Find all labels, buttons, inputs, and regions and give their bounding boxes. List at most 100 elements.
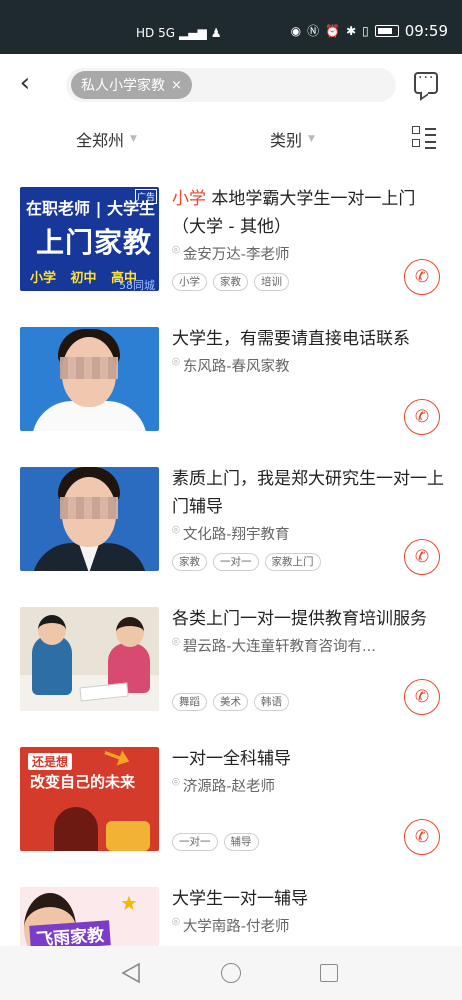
listing-thumbnail xyxy=(20,327,159,431)
phone-call-button[interactable]: ✆ xyxy=(404,819,440,855)
phone-call-button[interactable]: ✆ xyxy=(404,679,440,715)
tag: 培训 xyxy=(254,273,289,291)
phone-icon: ✆ xyxy=(414,407,430,427)
location-text: 碧云路-大连童轩教育咨询有... xyxy=(182,639,376,655)
network-label: HD 5G xyxy=(136,26,176,40)
nav-home-icon[interactable] xyxy=(221,963,241,983)
tag: 韩语 xyxy=(254,693,289,711)
chevron-down-icon: ▼ xyxy=(308,134,315,144)
listing-thumbnail xyxy=(20,467,159,571)
tag-list: 家教 一对一 家教上门 xyxy=(172,553,321,571)
list-item[interactable]: 大学生，有需要请直接电话联系 ⌾ 东风路-春风家教 ✆ xyxy=(0,327,462,467)
location-text: 金安万达-李老师 xyxy=(182,247,290,263)
status-indicators: HD 5G ▂▄▆ ♟ xyxy=(136,26,221,40)
title-text: 本地学霸大学生一对一上门（大学 - 其他） xyxy=(172,189,416,237)
listing-location: ⌾ 文化路-翔宇教育 xyxy=(172,523,402,544)
list-item[interactable]: 还是想 改变自己的未来 一对一全科辅导 ⌾ 济源路-赵老师 一对一 辅导 ✆ xyxy=(0,747,462,887)
list-item[interactable]: 各类上门一对一提供教育培训服务 ⌾ 碧云路-大连童轩教育咨询有... 舞蹈 美术 … xyxy=(0,607,462,747)
status-bar: HD 5G ▂▄▆ ♟ ◉ Ⓝ ⏰ ✱ ▯ 09:59 xyxy=(0,0,462,54)
nav-back-icon[interactable] xyxy=(120,962,142,984)
title-highlight: 小学 xyxy=(172,189,206,209)
listing-title: 素质上门，我是郑大研究生一对一上门辅导 xyxy=(172,469,444,517)
tag: 家教上门 xyxy=(264,553,321,571)
listing-title: 小学 本地学霸大学生一对一上门（大学 - 其他） xyxy=(172,185,444,241)
location-pin-icon: ⌾ xyxy=(172,243,180,258)
close-icon[interactable]: × xyxy=(171,78,182,93)
tag: 小学 xyxy=(172,273,207,291)
listing-location: ⌾ 碧云路-大连童轩教育咨询有... xyxy=(172,635,402,656)
thumb-brand: 58同城 xyxy=(119,279,155,291)
location-pin-icon: ⌾ xyxy=(172,523,180,538)
ad-badge: 广告 xyxy=(134,189,157,204)
category-filter[interactable]: 类别 ▼ xyxy=(270,127,315,151)
eye-icon: ◉ xyxy=(290,24,302,38)
list-mode-icon[interactable] xyxy=(412,126,438,150)
tag-list: 小学 家教 培训 xyxy=(172,273,289,291)
search-header: ‹ 私人小学家教 × xyxy=(0,54,462,112)
battery-icon xyxy=(374,25,399,37)
list-item[interactable]: 素质上门，我是郑大研究生一对一上门辅导 ⌾ 文化路-翔宇教育 家教 一对一 家教上… xyxy=(0,467,462,607)
tag: 一对一 xyxy=(172,833,218,851)
tag: 一对一 xyxy=(213,553,259,571)
search-input[interactable]: 私人小学家教 × xyxy=(66,68,396,102)
phone-call-button[interactable]: ✆ xyxy=(404,259,440,295)
location-pin-icon: ⌾ xyxy=(172,775,180,790)
list-item[interactable]: 飞雨家教 ★ 大学生一对一辅导 ⌾ 大学南路-付老师 xyxy=(0,887,462,946)
signal-icon: ▂▄▆ xyxy=(179,26,207,40)
back-arrow-icon[interactable]: ‹ xyxy=(12,70,38,98)
phone-icon: ✆ xyxy=(414,547,430,567)
thumb-line-2: 上门家教 xyxy=(36,226,153,259)
listing-title: 大学生一对一辅导 xyxy=(172,889,308,909)
listing-thumbnail: 还是想 改变自己的未来 xyxy=(20,747,159,851)
search-keyword-tag[interactable]: 私人小学家教 × xyxy=(71,71,192,99)
phone-icon: ✆ xyxy=(414,267,430,287)
listing-thumbnail: 飞雨家教 ★ xyxy=(20,887,159,946)
chevron-down-icon: ▼ xyxy=(130,134,137,144)
tag-list: 一对一 辅导 xyxy=(172,833,259,851)
thumb-pill: 还是想 xyxy=(28,753,73,770)
location-text: 大学南路-付老师 xyxy=(182,919,290,935)
listing-thumbnail: 在职老师 | 大学生 上门家教 小学 初中 高中 58同城 广告 xyxy=(20,187,159,291)
status-time: 09:59 xyxy=(404,22,448,40)
listing-thumbnail xyxy=(20,607,159,711)
filter-bar: 全郑州 ▼ 类别 ▼ xyxy=(0,112,462,166)
nav-recent-icon[interactable] xyxy=(320,964,338,982)
location-pin-icon: ⌾ xyxy=(172,915,180,930)
tag-list: 舞蹈 美术 韩语 xyxy=(172,693,289,711)
alarm-icon: ⏰ xyxy=(325,24,341,38)
qq-icon: ♟ xyxy=(210,26,222,40)
phone-icon: ✆ xyxy=(414,687,430,707)
tag: 舞蹈 xyxy=(172,693,207,711)
tag: 辅导 xyxy=(223,833,259,851)
bluetooth-icon: ✱ xyxy=(346,24,357,38)
listing-title: 大学生，有需要请直接电话联系 xyxy=(172,329,410,349)
category-filter-label: 类别 xyxy=(270,131,303,150)
message-icon[interactable] xyxy=(414,70,438,94)
listing-location: ⌾ 大学南路-付老师 xyxy=(172,915,402,936)
tag: 家教 xyxy=(172,553,207,571)
listing-location: ⌾ 金安万达-李老师 xyxy=(172,243,402,264)
thumb-headline: 改变自己的未来 xyxy=(30,773,136,791)
location-text: 文化路-翔宇教育 xyxy=(182,527,290,543)
phone-call-button[interactable]: ✆ xyxy=(404,399,440,435)
location-text: 济源路-赵老师 xyxy=(182,779,276,795)
listing-location: ⌾ 济源路-赵老师 xyxy=(172,775,402,796)
listing-title: 一对一全科辅导 xyxy=(172,749,291,769)
system-nav-bar xyxy=(0,946,462,1000)
vibrate-icon: ▯ xyxy=(362,24,369,38)
list-item[interactable]: 在职老师 | 大学生 上门家教 小学 初中 高中 58同城 广告 小学 本地学霸… xyxy=(0,187,462,327)
listing-title: 各类上门一对一提供教育培训服务 xyxy=(172,609,427,629)
phone-call-button[interactable]: ✆ xyxy=(404,539,440,575)
region-filter[interactable]: 全郑州 ▼ xyxy=(76,127,137,151)
search-tag-label: 私人小学家教 xyxy=(81,78,165,94)
tag: 家教 xyxy=(213,273,248,291)
tag: 美术 xyxy=(213,693,248,711)
location-text: 东风路-春风家教 xyxy=(182,359,290,375)
nfc-icon: Ⓝ xyxy=(307,24,320,38)
thumb-banner: 飞雨家教 xyxy=(29,920,111,946)
star-icon: ★ xyxy=(120,891,138,915)
status-right: ◉ Ⓝ ⏰ ✱ ▯ 09:59 xyxy=(291,22,448,40)
location-pin-icon: ⌾ xyxy=(172,355,180,370)
location-pin-icon: ⌾ xyxy=(172,635,180,650)
phone-icon: ✆ xyxy=(414,827,430,847)
